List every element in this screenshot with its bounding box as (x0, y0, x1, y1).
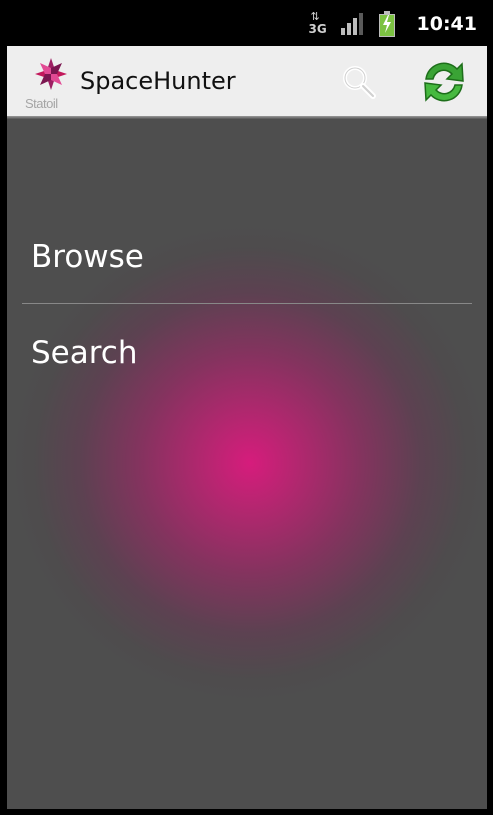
menu-item-search[interactable]: Search (7, 315, 487, 395)
action-bar: Statoil SpaceHunter (7, 46, 487, 116)
signal-strength-icon (340, 13, 365, 35)
menu-item-label: Browse (31, 239, 144, 275)
statoil-star-icon (35, 58, 67, 90)
menu-item-label: Search (31, 335, 138, 371)
statoil-logo[interactable]: Statoil (25, 56, 69, 112)
network-arrows: ⇅ (310, 10, 320, 23)
menu-divider (22, 303, 472, 304)
status-bar: ⇅ 3G 10:41 (0, 0, 493, 46)
network-3g-icon: ⇅ 3G (309, 11, 327, 37)
status-icons: ⇅ 3G 10:41 (309, 10, 477, 38)
search-icon (343, 66, 376, 99)
network-label: 3G (308, 22, 327, 36)
menu-item-browse[interactable]: Browse (7, 219, 487, 299)
search-action-button[interactable] (339, 62, 379, 102)
refresh-icon (424, 62, 464, 102)
main-content: Browse Search (7, 119, 487, 809)
refresh-action-button[interactable] (417, 55, 471, 109)
screen-frame-bottom (0, 809, 493, 815)
battery-charging-icon (378, 11, 395, 37)
status-clock: 10:41 (416, 13, 477, 35)
app-title: SpaceHunter (80, 67, 236, 95)
logo-text: Statoil (25, 96, 58, 111)
